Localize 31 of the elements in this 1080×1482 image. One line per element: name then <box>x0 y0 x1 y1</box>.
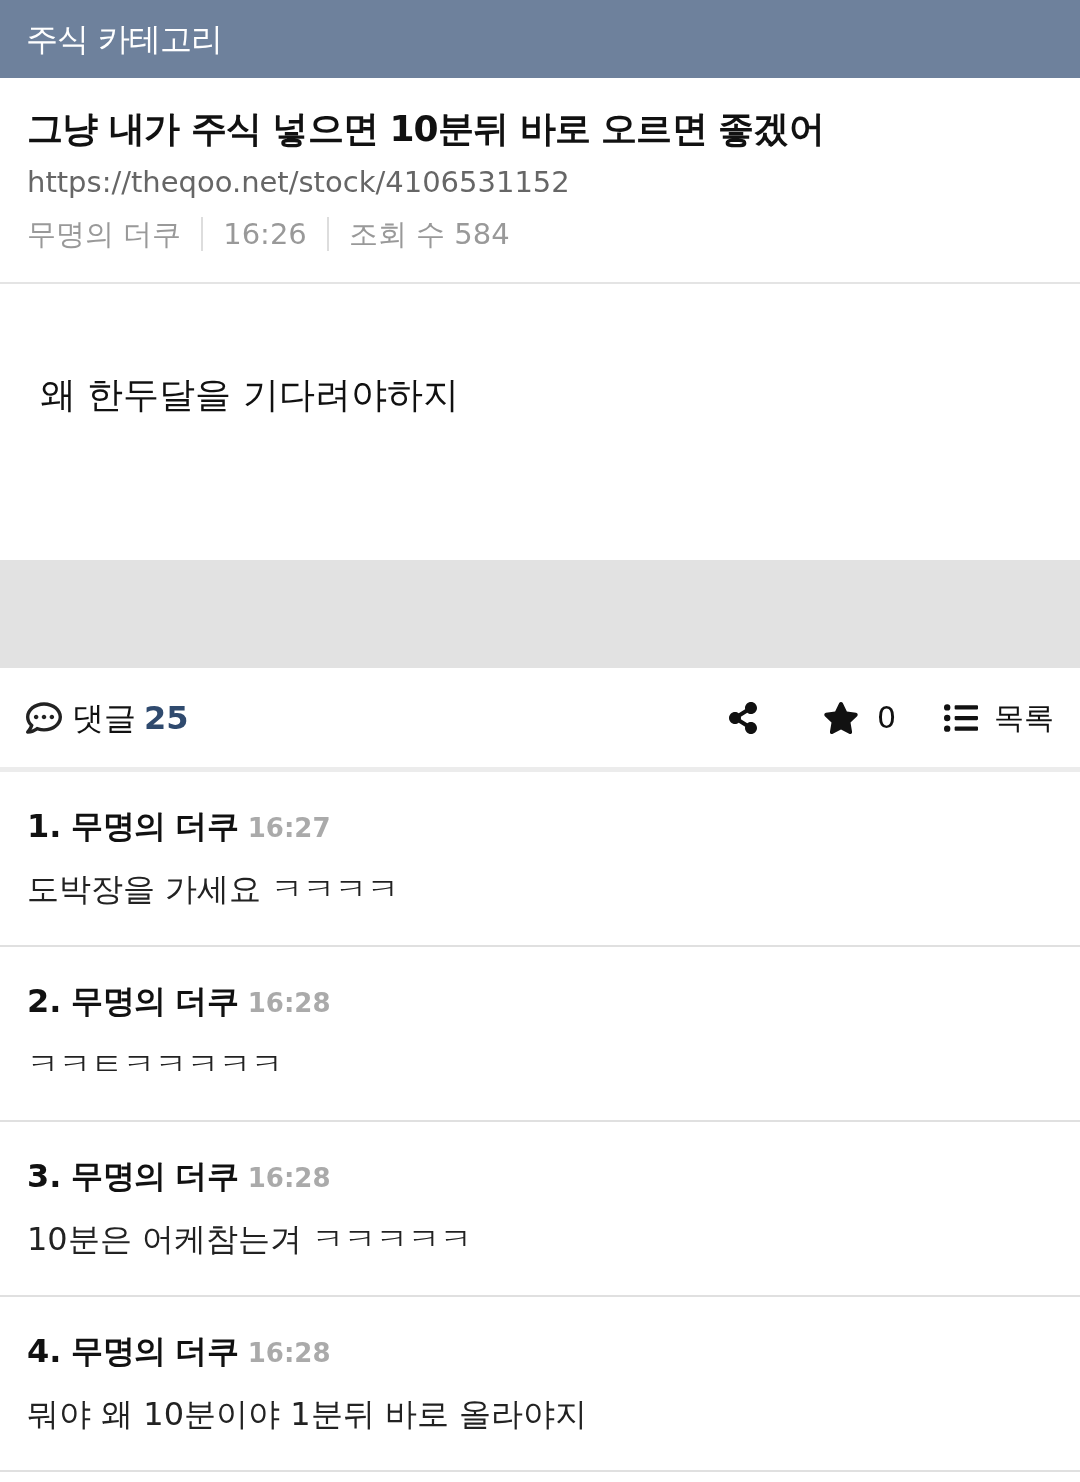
comment-time: 16:28 <box>247 987 331 1020</box>
star-icon <box>822 699 859 736</box>
comment-text: 뭐야 왜 10분이야 1분뒤 바로 올라야지 <box>27 1394 588 1435</box>
list-button[interactable]: 목록 <box>944 695 1054 740</box>
post-url[interactable]: https://theqoo.net/stock/4106531152 <box>27 160 1053 204</box>
post-views: 조회 수 584 <box>348 216 510 253</box>
comment-icon <box>26 699 62 736</box>
comment-author: 무명의 더쿠 <box>71 981 238 1022</box>
comment-number: 3. <box>27 1156 62 1197</box>
comment-number: 2. <box>27 981 62 1022</box>
post-time: 16:26 <box>223 216 307 253</box>
post-author: 무명의 더쿠 <box>27 216 182 253</box>
comment-text: ㅋㅋㅌㅋㅋㅋㅋㅋ <box>27 1044 284 1085</box>
share-icon <box>726 701 759 734</box>
comment-number: 1. <box>27 806 62 847</box>
comment-author: 무명의 더쿠 <box>71 1331 238 1372</box>
star-button[interactable]: 0 <box>822 695 896 740</box>
comment-text: 10분은 어케참는겨 ㅋㅋㅋㅋㅋ <box>27 1219 474 1260</box>
post-body: 왜 한두달을 기다려야하지 <box>40 373 460 417</box>
comment-text: 도박장을 가세요 ㅋㅋㅋㅋ <box>27 869 401 910</box>
share-button[interactable] <box>726 701 759 734</box>
comments-label: 댓글 <box>72 697 136 739</box>
post-title: 그냥 내가 주식 넣으면 10분뒤 바로 오르면 좋겠어 <box>27 107 825 151</box>
comment-time: 16:28 <box>247 1337 331 1370</box>
comment-time: 16:28 <box>247 1162 331 1195</box>
category-title[interactable]: 주식 카테고리 <box>26 15 223 63</box>
comments-count: 25 <box>144 697 189 739</box>
comment-number: 4. <box>27 1331 62 1372</box>
comment-author: 무명의 더쿠 <box>71 1156 238 1197</box>
comment-time: 16:27 <box>247 812 331 845</box>
comment-author: 무명의 더쿠 <box>71 806 238 847</box>
